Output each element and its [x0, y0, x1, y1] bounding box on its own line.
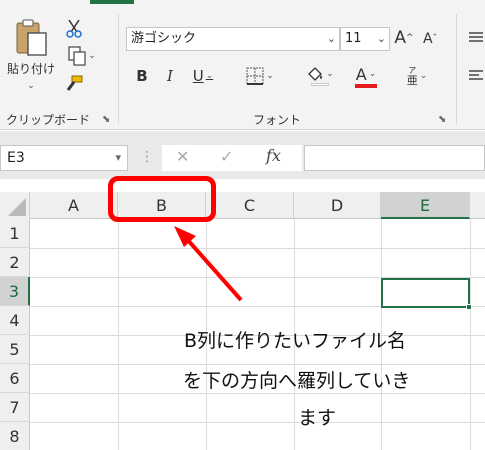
- bold-button[interactable]: B: [132, 64, 152, 88]
- fill-handle[interactable]: [466, 304, 472, 310]
- cut-button[interactable]: [62, 16, 86, 40]
- underline-button[interactable]: U ⌄: [186, 64, 220, 88]
- align-lines-icon: [468, 32, 483, 42]
- fill-color-swatch: [311, 83, 329, 86]
- paste-label: 貼り付け: [6, 62, 55, 76]
- column-header-f[interactable]: [470, 192, 485, 219]
- enter-check-icon[interactable]: ✓: [220, 147, 233, 166]
- dialog-launcher-icon[interactable]: ⬊: [438, 114, 446, 125]
- row-header-4[interactable]: 4: [0, 306, 30, 335]
- font-size-value: 11: [345, 31, 362, 46]
- row-header-8[interactable]: 8: [0, 422, 30, 450]
- chevron-down-icon: ⌄: [368, 69, 377, 79]
- chevron-down-icon: ⌄: [326, 32, 336, 45]
- annotation-text-line1: B列に作りたいファイル名: [184, 330, 407, 352]
- active-cell-e3[interactable]: [381, 278, 472, 310]
- row-header-6[interactable]: 6: [0, 364, 30, 393]
- border-grid-icon: [246, 67, 264, 85]
- dialog-launcher-icon[interactable]: ⬊: [102, 114, 110, 125]
- phonetic-bottom: 亜: [406, 74, 418, 87]
- format-painter-button[interactable]: [62, 72, 86, 96]
- splitter-handle[interactable]: ⋮: [140, 149, 154, 165]
- paste-button[interactable]: 貼り付け ⌄: [6, 14, 56, 94]
- shrink-font-icon: A: [422, 31, 433, 47]
- ribbon: 貼り付け ⌄ ⌄ クリップボード ⬊ 游ゴシック ⌄ 11 ⌄ A ^ A ˇ …: [0, 0, 485, 130]
- align-top-button[interactable]: [466, 26, 485, 48]
- chevron-down-icon: ⌄: [88, 51, 96, 61]
- row-header-2[interactable]: 2: [0, 248, 30, 277]
- chevron-down-icon: ⌄: [266, 71, 274, 81]
- annotation-text-line3: ます: [298, 407, 337, 429]
- grow-font-icon: A: [394, 28, 407, 48]
- font-color-button[interactable]: A ⌄: [344, 62, 388, 90]
- chevron-down-icon: ⌄: [27, 81, 35, 91]
- chevron-down-icon: ⌄: [376, 32, 386, 45]
- column-header-e[interactable]: E: [381, 192, 470, 219]
- gridline: [30, 248, 485, 249]
- name-box-value: E3: [7, 150, 25, 166]
- italic-label: I: [167, 67, 173, 85]
- align-left-button[interactable]: [466, 64, 485, 86]
- column-header-a[interactable]: A: [30, 192, 118, 219]
- copy-button[interactable]: ⌄: [62, 44, 102, 68]
- column-header-bar: A B C D E: [0, 192, 485, 219]
- border-button[interactable]: ⌄: [240, 64, 280, 88]
- column-header-d[interactable]: D: [294, 192, 381, 219]
- font-color-swatch: [355, 83, 377, 88]
- annotation-text-line2: を下の方向へ羅列していき: [183, 370, 411, 392]
- select-all-button[interactable]: [0, 192, 30, 219]
- shrink-font-button[interactable]: Aˇ: [420, 28, 440, 50]
- row-header-3[interactable]: 3: [0, 277, 30, 306]
- font-size-select[interactable]: 11 ⌄: [340, 27, 390, 51]
- gridline: [30, 364, 485, 365]
- font-color-icon: A: [355, 64, 367, 84]
- chevron-down-icon: ⌄: [326, 69, 334, 79]
- fill-color-button[interactable]: ⌄: [298, 62, 342, 90]
- underline-label: U: [192, 67, 204, 85]
- insert-function-icon[interactable]: fx: [266, 146, 281, 165]
- active-tab-indicator: [90, 0, 134, 4]
- formula-input[interactable]: [304, 145, 485, 171]
- phonetic-button[interactable]: ア 亜 ⌄: [400, 62, 434, 90]
- chevron-down-icon: ⌄: [205, 71, 214, 81]
- formula-buttons: ✕ ✓ fx: [162, 145, 302, 171]
- chevron-down-icon: ▾: [115, 151, 121, 164]
- group-separator: [118, 14, 119, 124]
- row-header-7[interactable]: 7: [0, 393, 30, 422]
- excel-window: 貼り付け ⌄ ⌄ クリップボード ⬊ 游ゴシック ⌄ 11 ⌄ A ^ A ˇ …: [0, 0, 485, 450]
- row-header-1[interactable]: 1: [0, 219, 30, 248]
- row-header-5[interactable]: 5: [0, 335, 30, 364]
- paintbrush-icon: [66, 75, 83, 91]
- column-header-c[interactable]: C: [206, 192, 294, 219]
- italic-button[interactable]: I: [160, 64, 180, 88]
- chevron-down-icon: ⌄: [419, 71, 428, 81]
- gridline: [30, 422, 485, 423]
- copy-icon: [68, 46, 86, 66]
- select-all-triangle-icon: [8, 198, 26, 216]
- font-group-label: フォント: [253, 113, 302, 127]
- name-box[interactable]: E3 ▾: [0, 145, 128, 171]
- gridline: [30, 393, 485, 394]
- scissors-icon: [66, 19, 82, 38]
- column-b-highlight: [108, 176, 216, 222]
- cancel-icon[interactable]: ✕: [176, 147, 189, 166]
- align-lines-icon: [468, 70, 483, 80]
- paste-icon: [16, 19, 47, 56]
- bold-label: B: [136, 67, 148, 85]
- formula-bar: E3 ▾ ⋮ ✕ ✓ fx: [0, 131, 485, 179]
- grow-font-button[interactable]: A ^: [394, 26, 414, 50]
- font-name-select[interactable]: 游ゴシック ⌄: [126, 27, 340, 51]
- font-name-value: 游ゴシック: [131, 31, 197, 46]
- paint-bucket-icon: [308, 67, 323, 81]
- group-separator: [456, 14, 457, 124]
- clipboard-group-label: クリップボード: [6, 113, 91, 127]
